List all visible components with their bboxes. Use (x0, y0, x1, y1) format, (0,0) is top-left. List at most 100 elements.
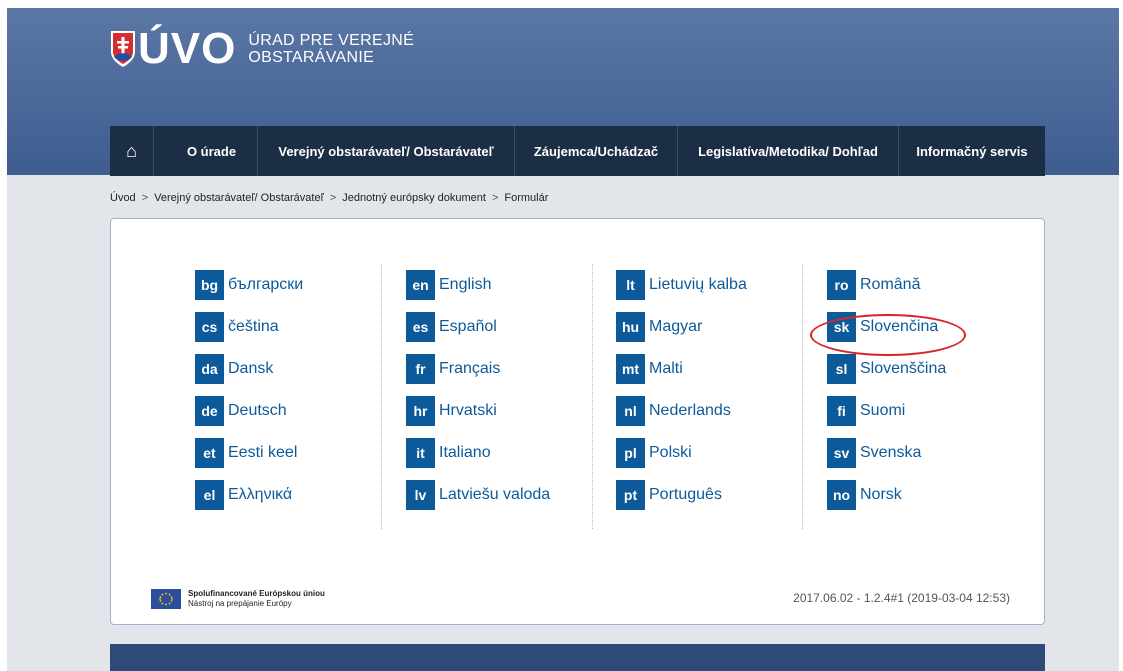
language-option-lt[interactable]: lt Lietuvių kalba (616, 269, 747, 301)
eu-funding-line-1: Spolufinancované Európskou úniou (188, 589, 325, 598)
language-name: Lietuvių kalba (649, 276, 747, 293)
language-code-badge: no (827, 480, 856, 510)
language-code-badge: it (406, 438, 435, 468)
language-column-3: lt Lietuvių kalba hu Magyar mt Malti nl Nede… (616, 269, 747, 521)
highlight-annotation-circle (810, 314, 966, 356)
column-divider (381, 264, 382, 529)
language-option-it[interactable]: it Italiano (406, 437, 550, 469)
language-name: Português (649, 486, 722, 503)
language-code-badge: et (195, 438, 224, 468)
language-name: Norsk (860, 486, 902, 503)
language-name: Polski (649, 444, 692, 461)
language-code-badge: cs (195, 312, 224, 342)
slovak-coat-of-arms-icon (111, 31, 135, 67)
language-column-1: bg български cs čeština da Dansk de Deutsch … (195, 269, 303, 521)
language-name: Malti (649, 360, 683, 377)
column-divider (802, 264, 803, 529)
breadcrumb-separator: > (329, 192, 337, 204)
logo-text: ÚRAD PRE VEREJNÉ OBSTARÁVANIE (248, 32, 414, 66)
language-code-badge: el (195, 480, 224, 510)
language-option-fr[interactable]: fr Français (406, 353, 550, 385)
language-code-badge: pl (616, 438, 645, 468)
language-code-badge: fr (406, 354, 435, 384)
logo-line-2: OBSTARÁVANIE (248, 49, 375, 66)
language-name: Español (439, 318, 497, 335)
language-code-badge: lv (406, 480, 435, 510)
nav-item-legislativa[interactable]: Legislatíva/Metodika/ Dohľad (678, 126, 899, 176)
version-info: 2017.06.02 - 1.2.4#1 (2019-03-04 12:53) (793, 591, 1010, 605)
language-name: Hrvatski (439, 402, 497, 419)
breadcrumb-item-formular: Formulár (504, 192, 549, 204)
logo-line-1: ÚRAD PRE VEREJNÉ (248, 32, 415, 49)
eu-funding-notice: Spolufinancované Európskou úniou Nástroj… (151, 589, 325, 609)
language-name: Română (860, 276, 921, 293)
language-option-el[interactable]: el Ελληνικά (195, 479, 303, 511)
main-navigation: ⌂ O úrade Verejný obstarávateľ/ Obstaráv… (110, 126, 1045, 176)
language-option-et[interactable]: et Eesti keel (195, 437, 303, 469)
language-code-badge: nl (616, 396, 645, 426)
language-option-bg[interactable]: bg български (195, 269, 303, 301)
eu-flag-icon (151, 589, 181, 609)
breadcrumb-item-obstaravatel[interactable]: Verejný obstarávateľ/ Obstarávateľ (154, 192, 324, 204)
language-name: English (439, 276, 492, 293)
language-name: Nederlands (649, 402, 731, 419)
language-option-pt[interactable]: pt Português (616, 479, 747, 511)
language-option-nl[interactable]: nl Nederlands (616, 395, 747, 427)
language-name: čeština (228, 318, 279, 335)
language-code-badge: es (406, 312, 435, 342)
language-code-badge: ro (827, 270, 856, 300)
language-name: Suomi (860, 402, 906, 419)
footer-bar (110, 644, 1045, 671)
eu-funding-text: Spolufinancované Európskou úniou Nástroj… (188, 589, 325, 609)
language-option-de[interactable]: de Deutsch (195, 395, 303, 427)
language-option-es[interactable]: es Español (406, 311, 550, 343)
language-option-hu[interactable]: hu Magyar (616, 311, 747, 343)
language-column-2: en English es Español fr Français hr Hrvatsk… (406, 269, 550, 521)
nav-item-verejny-obstaravatel[interactable]: Verejný obstarávateľ/ Obstarávateľ (258, 126, 515, 176)
language-code-badge: hu (616, 312, 645, 342)
language-option-sv[interactable]: sv Svenska (827, 437, 946, 469)
language-option-cs[interactable]: cs čeština (195, 311, 303, 343)
nav-item-informacny-servis[interactable]: Informačný servis (899, 126, 1045, 176)
language-option-mt[interactable]: mt Malti (616, 353, 747, 385)
eu-funding-line-2: Nástroj na prepájanie Európy (188, 599, 292, 608)
language-name: български (228, 276, 304, 293)
language-name: Italiano (439, 444, 491, 461)
home-nav-button[interactable]: ⌂ (110, 126, 154, 176)
site-logo[interactable]: ÚVO ÚRAD PRE VEREJNÉ OBSTARÁVANIE (110, 27, 414, 71)
language-option-fi[interactable]: fi Suomi (827, 395, 946, 427)
language-name: Ελληνικά (228, 486, 293, 503)
language-option-ro[interactable]: ro Română (827, 269, 946, 301)
breadcrumb-separator: > (141, 192, 149, 204)
nav-item-zaujemca[interactable]: Záujemca/Uchádzač (515, 126, 678, 176)
language-name: Dansk (228, 360, 274, 377)
breadcrumb: Úvod > Verejný obstarávateľ/ Obstarávateľ >… (110, 192, 548, 204)
breadcrumb-separator: > (491, 192, 499, 204)
language-name: Français (439, 360, 501, 377)
language-code-badge: de (195, 396, 224, 426)
home-icon: ⌂ (126, 140, 137, 161)
language-code-badge: fi (827, 396, 856, 426)
breadcrumb-item-jed[interactable]: Jednotný európsky dokument (342, 192, 486, 204)
language-panel: bg български cs čeština da Dansk de Deutsch … (110, 218, 1045, 625)
logo-letters: ÚVO (138, 24, 237, 73)
language-option-sl[interactable]: sl Slovenščina (827, 353, 946, 385)
language-code-badge: da (195, 354, 224, 384)
nav-item-o-urade[interactable]: O úrade (166, 126, 258, 176)
language-option-en[interactable]: en English (406, 269, 550, 301)
language-name: Magyar (649, 318, 703, 335)
language-option-lv[interactable]: lv Latviešu valoda (406, 479, 550, 511)
language-column-4: ro Română sk Slovenčina sl Slovenščina fi Su… (827, 269, 946, 521)
language-name: Slovenščina (860, 360, 947, 377)
language-code-badge: hr (406, 396, 435, 426)
language-option-hr[interactable]: hr Hrvatski (406, 395, 550, 427)
language-option-no[interactable]: no Norsk (827, 479, 946, 511)
language-code-badge: lt (616, 270, 645, 300)
language-code-badge: en (406, 270, 435, 300)
language-code-badge: mt (616, 354, 645, 384)
language-option-da[interactable]: da Dansk (195, 353, 303, 385)
language-code-badge: pt (616, 480, 645, 510)
language-option-pl[interactable]: pl Polski (616, 437, 747, 469)
breadcrumb-item-uvod[interactable]: Úvod (110, 192, 136, 204)
language-name: Latviešu valoda (439, 486, 551, 503)
